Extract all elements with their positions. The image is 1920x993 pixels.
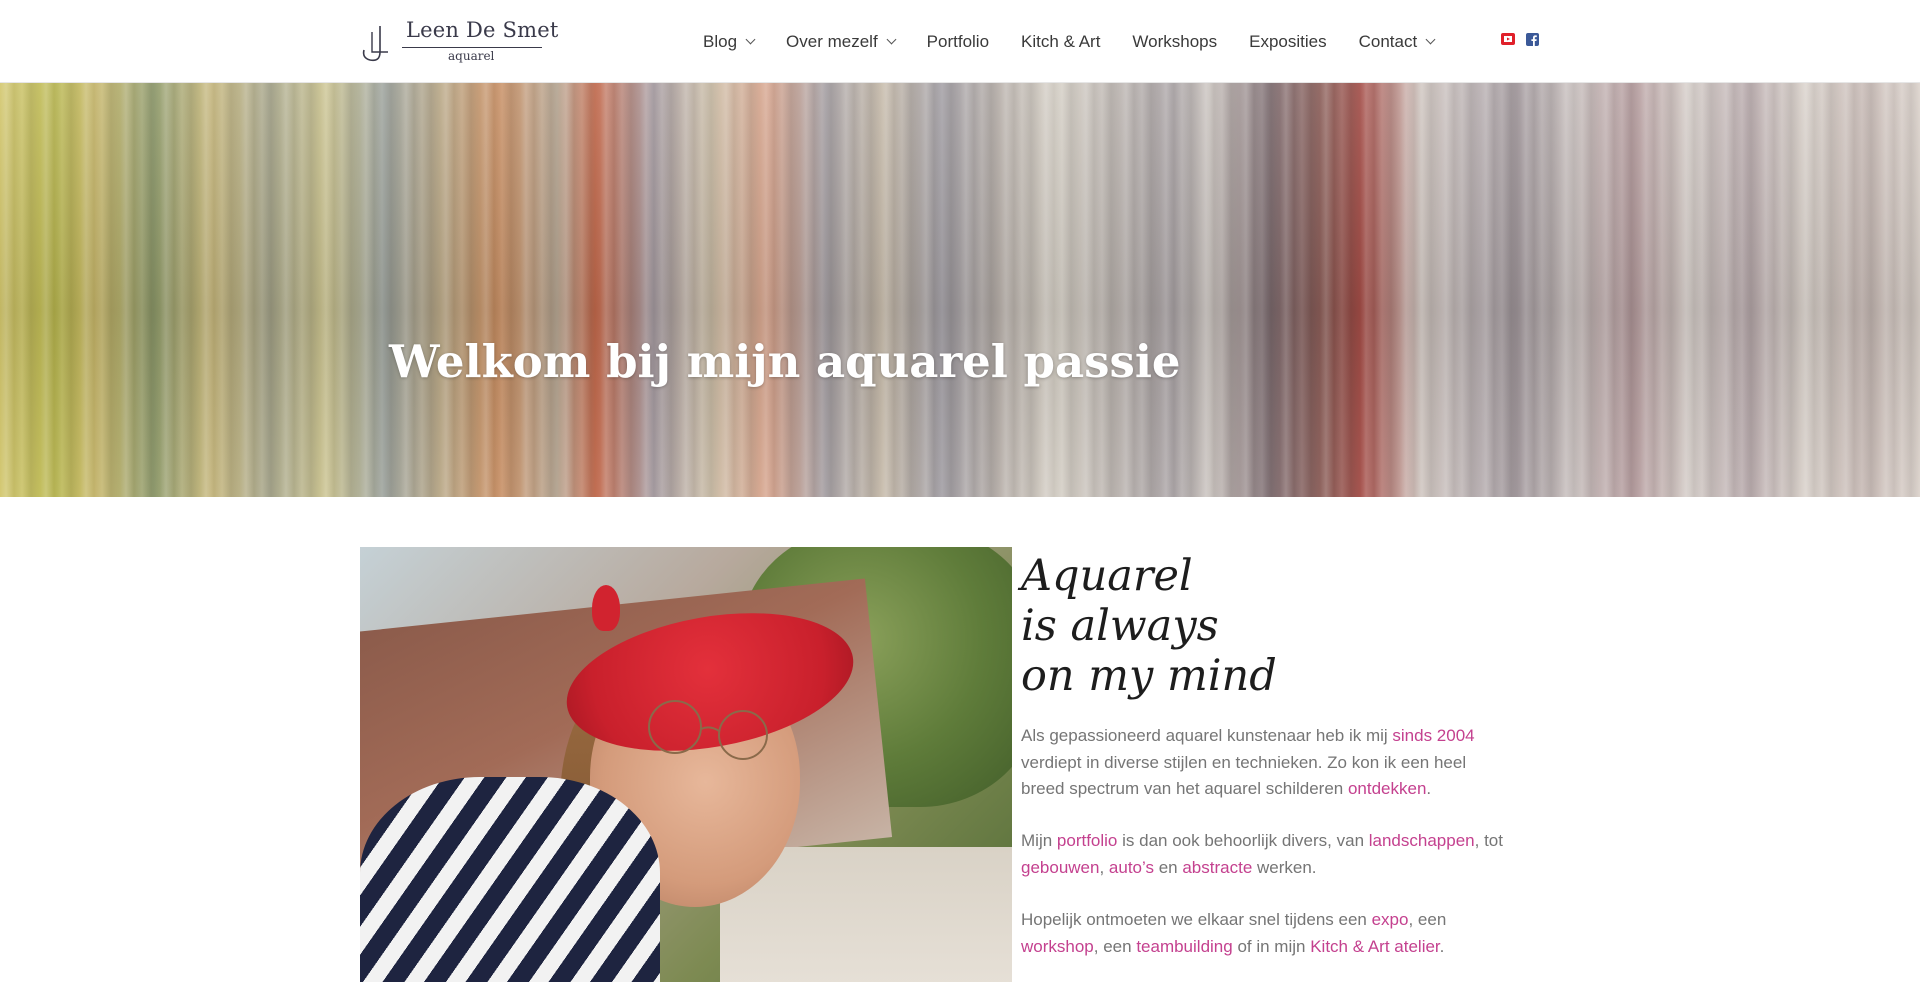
- link-landschappen[interactable]: landschappen: [1369, 831, 1475, 850]
- nav-item-label: Contact: [1358, 31, 1418, 51]
- chevron-down-icon: [886, 34, 897, 45]
- text: , een: [1093, 936, 1137, 956]
- text: .: [1439, 936, 1445, 956]
- text: Hopelijk ontmoeten we elkaar snel tijden…: [1021, 910, 1372, 929]
- nav-item-label: Kitch & Art: [1021, 31, 1101, 51]
- nav-item-label: Workshops: [1132, 31, 1218, 51]
- text: is dan ook behoorlijk divers, van: [1117, 831, 1369, 850]
- artist-portrait-photo: [360, 547, 1012, 982]
- link-expo[interactable]: expo: [1372, 910, 1409, 929]
- intro-paragraph: Als gepassioneerd aquarel kunstenaar heb…: [1021, 723, 1513, 803]
- youtube-icon[interactable]: [1501, 32, 1515, 46]
- logo-name: Leen De Smet: [406, 18, 559, 42]
- nav-item-over-mezelf[interactable]: Over mezelf: [786, 31, 897, 52]
- photo-beret-nub: [592, 585, 620, 631]
- link-sinds-2004[interactable]: sinds 2004: [1392, 726, 1474, 745]
- chevron-down-icon: [745, 34, 756, 45]
- text: , een: [1408, 910, 1447, 929]
- nav-item-label: Portfolio: [926, 31, 990, 51]
- photo-sweater: [360, 777, 660, 982]
- link-workshop[interactable]: workshop: [1021, 937, 1094, 956]
- text: ,: [1099, 857, 1109, 877]
- logo-monogram-icon: [362, 26, 388, 62]
- link-gebouwen[interactable]: gebouwen: [1021, 858, 1099, 877]
- quote-line: on my mind: [1021, 651, 1277, 701]
- chevron-down-icon: [1425, 34, 1436, 45]
- nav-item-label: Blog: [703, 31, 738, 51]
- quote-line: is always: [1021, 601, 1219, 651]
- link-autos[interactable]: auto’s: [1109, 858, 1154, 877]
- quote-line: Aquarel: [1021, 551, 1193, 601]
- tagline-quote: Aquarel is always on my mind: [1021, 551, 1277, 701]
- portfolio-paragraph: Mijn portfolio is dan ook behoorlijk div…: [1021, 828, 1513, 881]
- invitation-paragraph: Hopelijk ontmoeten we elkaar snel tijden…: [1021, 907, 1513, 960]
- text: Mijn: [1021, 831, 1057, 850]
- nav-item-kitch-art[interactable]: Kitch & Art: [1021, 32, 1100, 52]
- text: , tot: [1474, 831, 1503, 850]
- link-abstracte[interactable]: abstracte: [1182, 858, 1252, 877]
- nav-item-portfolio[interactable]: Portfolio: [927, 32, 989, 52]
- text: Als gepassioneerd aquarel kunstenaar heb…: [1021, 726, 1393, 745]
- link-portfolio[interactable]: portfolio: [1057, 831, 1117, 850]
- link-kitch-art-atelier[interactable]: Kitch & Art atelier: [1310, 937, 1439, 956]
- nav-item-workshops[interactable]: Workshops: [1132, 32, 1217, 52]
- nav-item-label: Over mezelf: [786, 31, 878, 51]
- site-logo[interactable]: Leen De Smet aquarel: [358, 16, 558, 66]
- nav-item-exposities[interactable]: Exposities: [1249, 32, 1326, 52]
- site-header: Leen De Smet aquarel Blog Over mezelf Po…: [0, 0, 1920, 83]
- link-ontdekken[interactable]: ontdekken: [1348, 779, 1426, 798]
- hero-overlay: [0, 83, 1920, 497]
- logo-subtitle: aquarel: [448, 49, 495, 63]
- nav-item-contact[interactable]: Contact: [1358, 31, 1436, 52]
- logo-divider: [402, 47, 542, 48]
- hero-title: Welkom bij mijn aquarel passie: [389, 335, 1181, 388]
- facebook-icon[interactable]: [1525, 32, 1539, 46]
- hero-banner: Welkom bij mijn aquarel passie: [0, 83, 1920, 497]
- text: .: [1426, 779, 1432, 798]
- main-navigation: Blog Over mezelf Portfolio Kitch & Art W…: [703, 0, 1466, 83]
- text: werken.: [1252, 857, 1317, 877]
- text: of in mijn: [1232, 936, 1311, 956]
- photo-glasses: [648, 700, 768, 760]
- link-teambuilding[interactable]: teambuilding: [1136, 937, 1232, 956]
- nav-item-label: Exposities: [1249, 31, 1327, 51]
- text: en: [1153, 857, 1183, 877]
- nav-item-blog[interactable]: Blog: [703, 31, 756, 52]
